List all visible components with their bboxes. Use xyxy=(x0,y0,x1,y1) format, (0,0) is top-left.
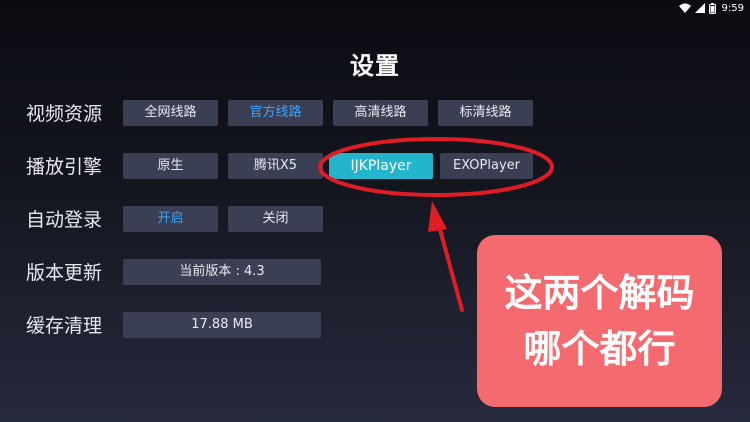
callout-line-1: 这两个解码 xyxy=(504,271,695,315)
cache-clear-button[interactable]: 17.88 MB xyxy=(123,312,321,338)
option-sd[interactable]: 标清线路 xyxy=(438,100,533,126)
cache-label: 缓存清理 xyxy=(26,315,103,337)
version-label: 版本更新 xyxy=(26,262,103,284)
option-login-on[interactable]: 开启 xyxy=(123,206,218,232)
callout-line-2: 哪个都行 xyxy=(523,327,676,371)
option-hd[interactable]: 高清线路 xyxy=(333,100,428,126)
option-ijkplayer[interactable]: IJKPlayer xyxy=(329,153,433,179)
video-source-label: 视频资源 xyxy=(26,103,103,125)
annotation-arrow-head xyxy=(428,201,447,232)
option-all-network[interactable]: 全网线路 xyxy=(123,100,218,126)
option-tencent-x5[interactable]: 腾讯X5 xyxy=(228,153,323,179)
player-engine-label: 播放引擎 xyxy=(26,156,103,178)
version-button[interactable]: 当前版本 : 4.3 xyxy=(123,259,321,285)
option-official[interactable]: 官方线路 xyxy=(228,100,323,126)
status-bar: 9:59 xyxy=(678,0,750,16)
page-title: 设置 xyxy=(350,52,400,80)
battery-icon xyxy=(708,2,716,14)
option-native[interactable]: 原生 xyxy=(123,153,218,179)
annotation-callout: 这两个解码 哪个都行 xyxy=(477,235,722,407)
auto-login-label: 自动登录 xyxy=(26,209,103,231)
signal-icon xyxy=(694,3,705,13)
annotation-arrow-shaft xyxy=(436,220,464,312)
option-exoplayer[interactable]: EXOPlayer xyxy=(440,153,533,179)
wifi-icon xyxy=(678,3,691,13)
status-time: 9:59 xyxy=(721,2,744,14)
option-login-off[interactable]: 关闭 xyxy=(228,206,323,232)
